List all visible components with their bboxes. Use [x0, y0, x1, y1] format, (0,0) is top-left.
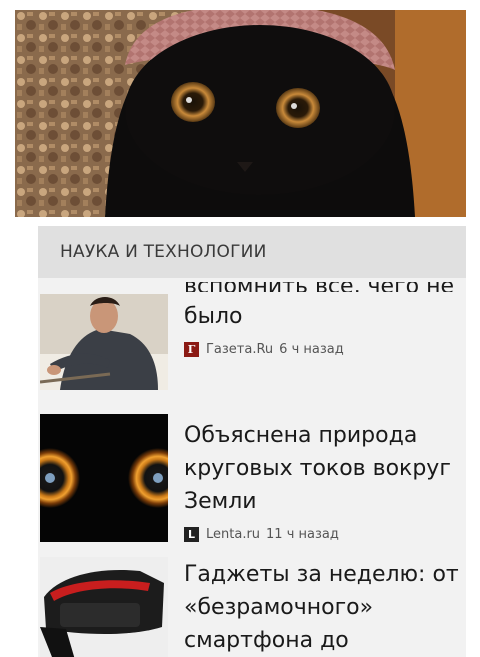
news-meta: Г Газета.Ru 6 ч назад: [184, 342, 466, 357]
gazeta-icon: Г: [184, 342, 199, 357]
news-title-partial: вспомнить всё, чего не: [184, 282, 466, 292]
lenta-icon: L: [184, 527, 199, 542]
news-text: Гаджеты за неделю: от «безрамочного» сма…: [184, 558, 466, 657]
news-time: 6 ч назад: [279, 342, 344, 357]
news-title: Объяснена природа круговых токов вокруг …: [184, 423, 451, 514]
news-list: вспомнить всё, чего не было Г Газета.Ru …: [38, 278, 466, 657]
news-source: Газета.Ru: [206, 342, 274, 357]
news-thumbnail: [40, 414, 168, 542]
news-time: 11 ч назад: [266, 527, 339, 542]
news-source: Lenta.ru: [206, 527, 261, 542]
news-feed-page: НАУКА И ТЕХНОЛОГИИ было Г Газета.Ru 6 ч …: [0, 0, 480, 657]
section-header[interactable]: НАУКА И ТЕХНОЛОГИИ: [38, 226, 466, 278]
news-meta: L Lenta.ru 11 ч назад: [184, 527, 466, 542]
section-title: НАУКА И ТЕХНОЛОГИИ: [60, 242, 267, 262]
hero-image-cat[interactable]: [15, 10, 466, 217]
news-text: вспомнить всё, чего не было Г Газета.Ru …: [184, 282, 466, 357]
news-thumbnail: [40, 557, 168, 657]
news-title: Гаджеты за неделю: от «безрамочного» сма…: [184, 562, 459, 653]
news-thumbnail: [40, 294, 168, 390]
news-section-panel: НАУКА И ТЕХНОЛОГИИ было Г Газета.Ru 6 ч …: [38, 226, 466, 657]
news-title: было: [184, 304, 243, 329]
news-text: Объяснена природа круговых токов вокруг …: [184, 419, 466, 542]
